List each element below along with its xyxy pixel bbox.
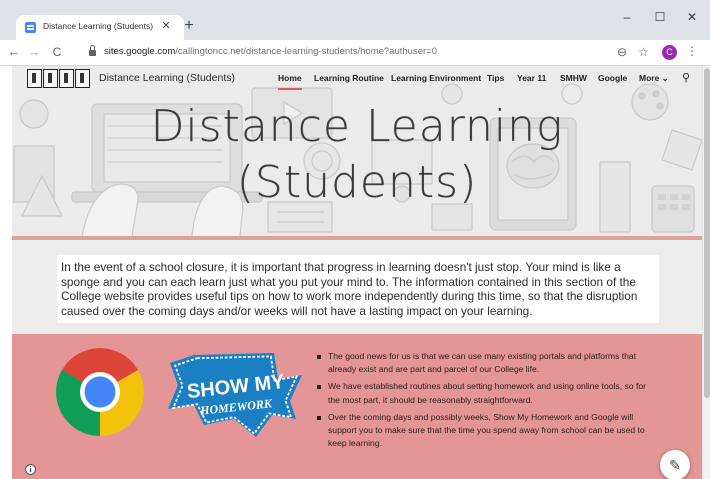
list-item: Over the coming days and possibly weeks,… — [316, 411, 656, 451]
intro-text-box: In the event of a school closure, it is … — [57, 255, 659, 323]
nav-google[interactable]: Google — [598, 73, 627, 83]
new-tab-button[interactable]: + — [181, 17, 197, 35]
tab-title: Distance Learning (Students) — [43, 21, 154, 31]
page-title-line-1: Distance Learning — [150, 101, 564, 152]
page-scrollbar[interactable] — [702, 66, 710, 479]
profile-avatar[interactable]: C — [662, 45, 677, 60]
bookmark-star-icon[interactable]: ☆ — [638, 45, 649, 59]
info-icon[interactable]: i — [25, 464, 36, 475]
maximize-button[interactable]: ☐ — [649, 10, 671, 24]
intro-paragraph: In the event of a school closure, it is … — [61, 260, 638, 318]
site-title[interactable]: Distance Learning (Students) — [99, 72, 235, 84]
site-navigation-bar: Distance Learning (Students) Home Learni… — [12, 66, 702, 90]
browser-tab-strip: Distance Learning (Students) ✕ + – ☐ ✕ — [0, 0, 710, 40]
google-chrome-logo-icon — [56, 348, 144, 436]
list-item: The good news for us is that we can use … — [316, 350, 656, 376]
nav-home[interactable]: Home — [278, 73, 302, 83]
nav-smhw[interactable]: SMHW — [560, 73, 587, 83]
scrollbar-thumb[interactable] — [704, 68, 710, 398]
zoom-icon[interactable]: ⊖ — [617, 45, 627, 59]
url-path: /callingtoncc.net/distance-learning-stud… — [175, 46, 437, 57]
browser-tab[interactable]: Distance Learning (Students) ✕ — [16, 15, 184, 40]
edit-pencil-button[interactable]: ✎ — [660, 450, 690, 479]
intro-section: In the event of a school closure, it is … — [12, 240, 702, 334]
nav-active-indicator — [278, 88, 302, 90]
nav-more[interactable]: More ⌄ — [639, 73, 669, 84]
page-title: Distance Learning (Students) — [12, 99, 702, 211]
url-domain: sites.google.com — [104, 46, 176, 57]
logo-tile-icon — [59, 69, 74, 88]
lock-icon — [89, 45, 96, 56]
nav-year-11[interactable]: Year 11 — [517, 73, 546, 83]
nav-learning-routine[interactable]: Learning Routine — [314, 73, 384, 83]
tools-bullet-list: The good news for us is that we can use … — [316, 350, 656, 454]
show-my-homework-logo-icon: SHOW MY HOMEWORK — [168, 353, 302, 437]
site-logo[interactable] — [27, 69, 90, 88]
page-content: Distance Learning (Students) Home Learni… — [12, 66, 702, 479]
nav-learning-environment[interactable]: Learning Environment — [391, 73, 481, 83]
nav-tips[interactable]: Tips — [487, 73, 504, 83]
back-arrow-icon[interactable]: ← — [6, 44, 22, 59]
url-text[interactable]: sites.google.com/callingtoncc.net/distan… — [104, 46, 437, 57]
tab-close-icon[interactable]: ✕ — [159, 19, 173, 32]
browser-menu-icon[interactable]: ⋮ — [686, 44, 698, 58]
browser-toolbar: ← → C sites.google.com/callingtoncc.net/… — [0, 40, 710, 66]
minimize-button[interactable]: – — [616, 10, 638, 24]
logo-tile-icon — [27, 69, 42, 88]
tools-section: SHOW MY HOMEWORK The good news for us is… — [12, 334, 702, 479]
page-title-line-2: (Students) — [236, 157, 478, 208]
hero-banner: Distance Learning (Students) Home Learni… — [12, 66, 702, 236]
logo-tile-icon — [43, 69, 58, 88]
logo-tile-icon — [75, 69, 90, 88]
search-icon[interactable]: ⚲ — [682, 71, 690, 84]
list-item: We have established routines about setti… — [316, 380, 656, 406]
google-sites-favicon-icon — [25, 22, 36, 33]
reload-icon[interactable]: C — [49, 45, 65, 59]
forward-arrow-icon[interactable]: → — [26, 44, 42, 59]
close-window-button[interactable]: ✕ — [681, 10, 703, 24]
address-bar[interactable]: sites.google.com/callingtoncc.net/distan… — [80, 43, 658, 63]
